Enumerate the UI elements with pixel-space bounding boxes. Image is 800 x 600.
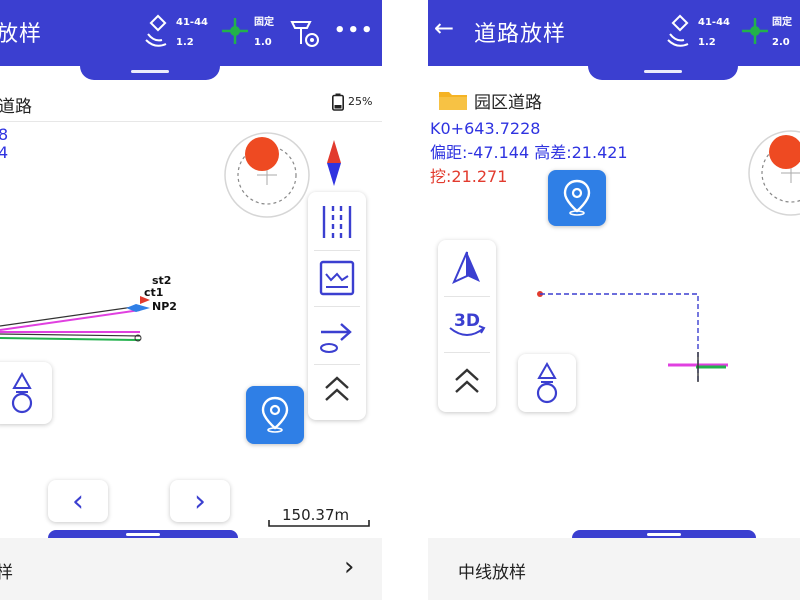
person-marker-button[interactable]	[0, 362, 52, 424]
satellite-status[interactable]: 41-44 1.2	[144, 14, 214, 54]
locate-button[interactable]	[548, 170, 606, 226]
project-name: 园区道路	[474, 93, 542, 113]
page-title: 放样	[0, 22, 43, 47]
bottom-mode-label: 样	[0, 563, 13, 583]
page-title: 道路放样	[474, 22, 567, 47]
fix-label: 固定	[772, 17, 792, 28]
gnss-receiver-icon	[290, 21, 319, 47]
more-icon[interactable]: •••	[334, 20, 375, 41]
satellite-count: 41-44	[176, 17, 208, 28]
crosshair-fix-icon	[742, 18, 768, 44]
top-bar: ← 道路放样 41-44 1.2 固定 2.0	[428, 0, 800, 66]
satellite-status[interactable]: 41-44 1.2	[666, 14, 736, 54]
profile-chart-icon[interactable]	[319, 260, 355, 296]
offset-elevation-readout: 偏距:-47.144 高差:21.421	[430, 143, 628, 162]
chevron-right-icon[interactable]: ›	[344, 552, 354, 582]
satellite-count: 41-44	[698, 17, 730, 28]
chevron-up-double-icon[interactable]	[322, 372, 352, 406]
fix-value: 2.0	[772, 37, 790, 48]
fix-label: 固定	[254, 17, 274, 28]
3d-rotate-icon[interactable]: 3D	[446, 304, 488, 344]
station-readout: K0+643.7228	[430, 119, 541, 138]
cut-readout: 挖:21.271	[430, 167, 508, 186]
left-screen: 放样 41-44 1.2 固定 1.0 ••• 道路 25% 8 4 st2 c…	[0, 0, 382, 600]
map-canvas[interactable]: 8 4 st2 ct1 NP2 ‹ › 150.37m	[0, 122, 382, 538]
pdop-value: 1.2	[698, 37, 716, 48]
top-drawer-handle[interactable]	[588, 66, 738, 80]
north-arrow-icon[interactable]	[451, 250, 483, 286]
folder-icon	[438, 88, 468, 112]
offset-readout: 4	[0, 143, 9, 162]
bottom-bar[interactable]: 样 ›	[0, 530, 382, 600]
point-label-np2: NP2	[152, 300, 177, 313]
top-bar: 放样 41-44 1.2 固定 1.0 •••	[0, 0, 382, 66]
bottom-mode-label: 中线放样	[458, 563, 526, 583]
next-point-button[interactable]: ›	[170, 480, 230, 522]
compass-icon[interactable]	[324, 138, 344, 188]
project-row[interactable]: 道路 25%	[0, 82, 382, 122]
crosshair-fix-icon	[222, 18, 248, 44]
stake-arrow-icon[interactable]	[317, 316, 357, 356]
project-name: 道路	[0, 97, 32, 117]
battery-icon	[332, 93, 344, 111]
bottom-bar[interactable]: 中线放样	[428, 530, 800, 600]
prev-point-button[interactable]: ‹	[48, 480, 108, 522]
chevron-up-double-icon[interactable]	[452, 364, 482, 398]
location-pin-icon	[563, 179, 591, 216]
location-pin-icon	[261, 396, 289, 433]
fix-status[interactable]: 固定 1.0	[220, 14, 280, 54]
locate-button[interactable]	[246, 386, 304, 444]
satellite-icon	[667, 14, 689, 47]
back-arrow-icon[interactable]: ←	[434, 14, 454, 42]
road-lines-icon[interactable]	[320, 202, 354, 242]
3d-label: 3D	[454, 311, 480, 331]
point-label-ct1: ct1	[144, 286, 164, 299]
bottom-drawer-handle[interactable]	[48, 530, 238, 538]
fix-status[interactable]: 固定 2.0	[740, 14, 800, 54]
bottom-drawer-handle[interactable]	[572, 530, 756, 538]
battery-percent: 25%	[348, 95, 373, 108]
target-indicator	[746, 130, 800, 216]
top-drawer-handle[interactable]	[80, 66, 220, 80]
pdop-value: 1.2	[176, 37, 194, 48]
map-toolbar	[308, 192, 366, 420]
scale-bar	[268, 520, 370, 528]
map-canvas[interactable]: K0+643.7228 偏距:-47.144 高差:21.421 挖:21.27…	[428, 119, 800, 538]
stakeout-guide	[536, 290, 736, 390]
fix-value: 1.0	[254, 37, 272, 48]
person-marker-icon	[11, 372, 33, 414]
right-screen: ← 道路放样 41-44 1.2 固定 2.0 园区道路 K0+643.7228…	[428, 0, 800, 600]
gnss-receiver-button[interactable]	[288, 14, 322, 50]
view-toolbar: 3D	[438, 240, 496, 412]
satellite-icon	[145, 14, 167, 47]
target-indicator	[222, 132, 312, 218]
